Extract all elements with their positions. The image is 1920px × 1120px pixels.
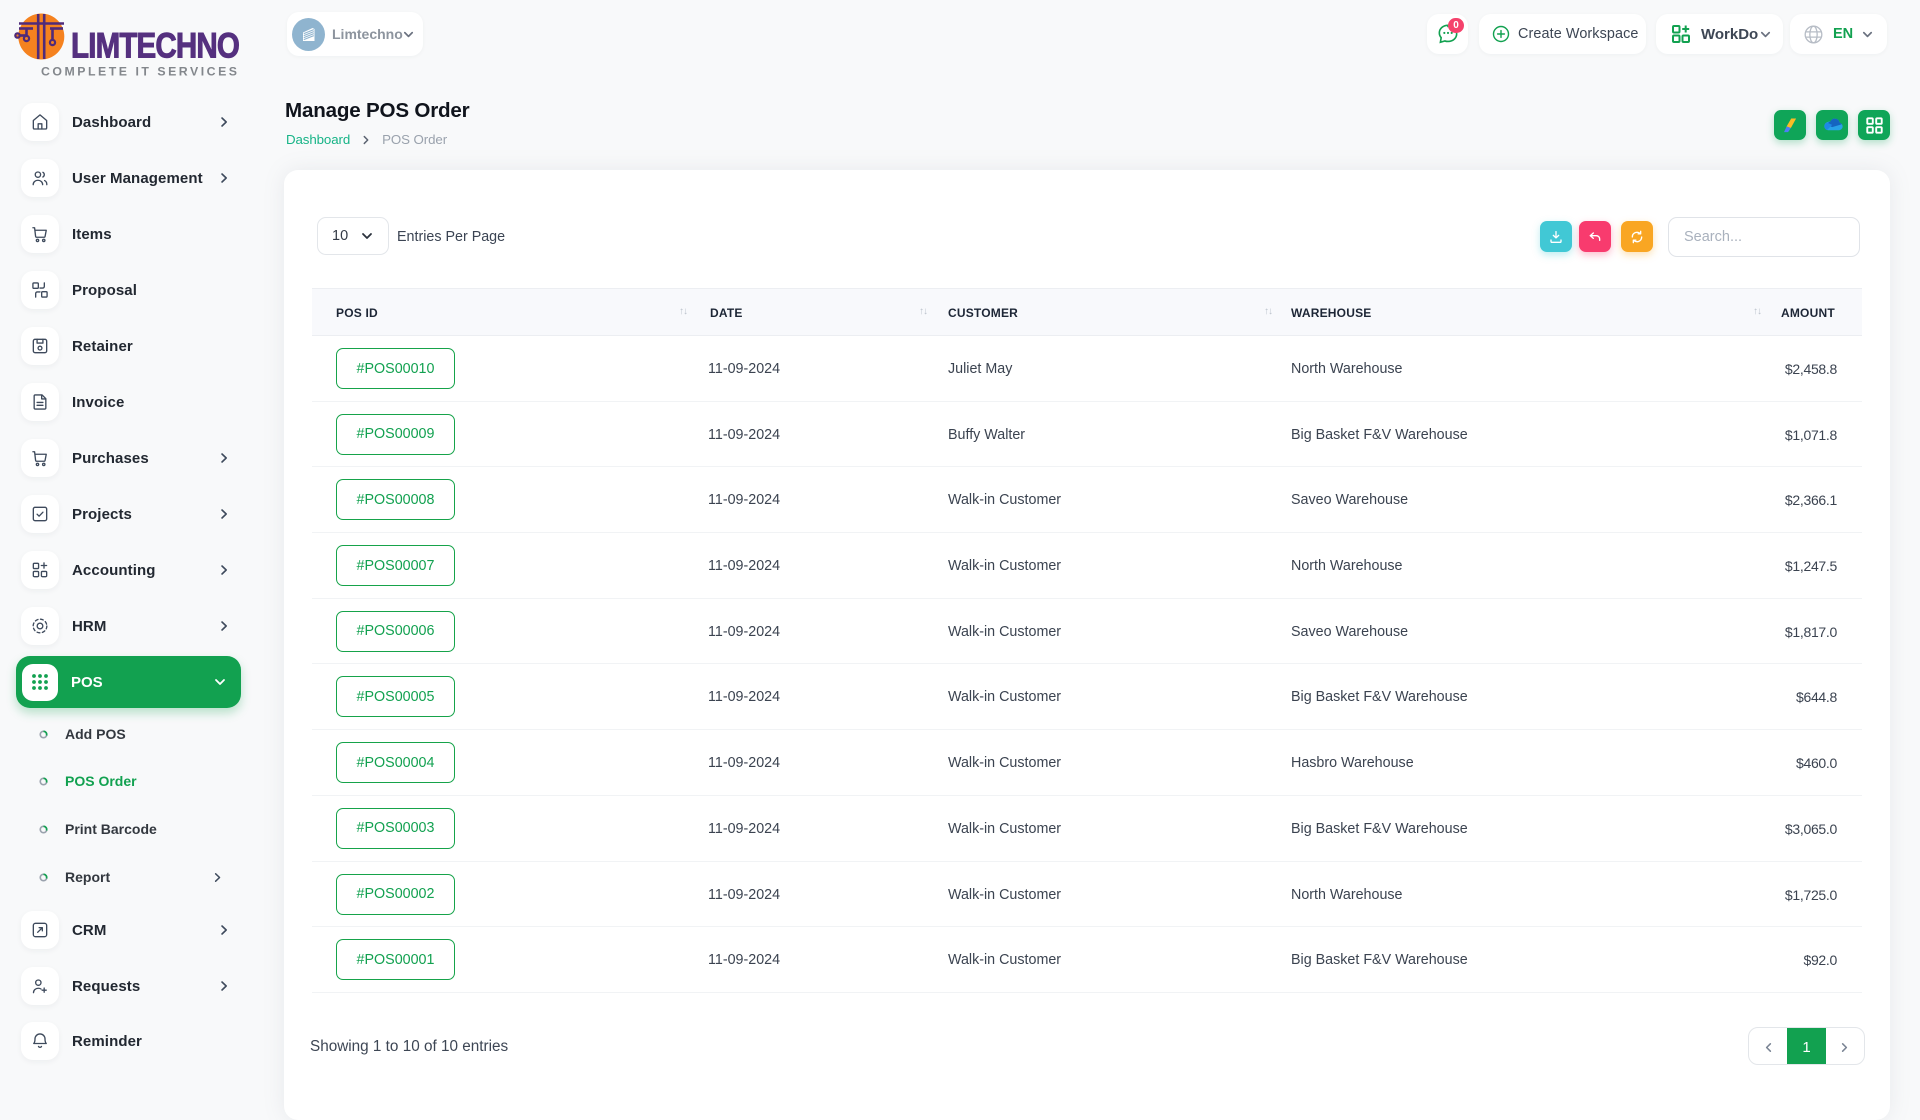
svg-text:COMPLETE IT SERVICES: COMPLETE IT SERVICES xyxy=(41,65,240,79)
svg-text:LIMTECHNO: LIMTECHNO xyxy=(71,27,239,66)
